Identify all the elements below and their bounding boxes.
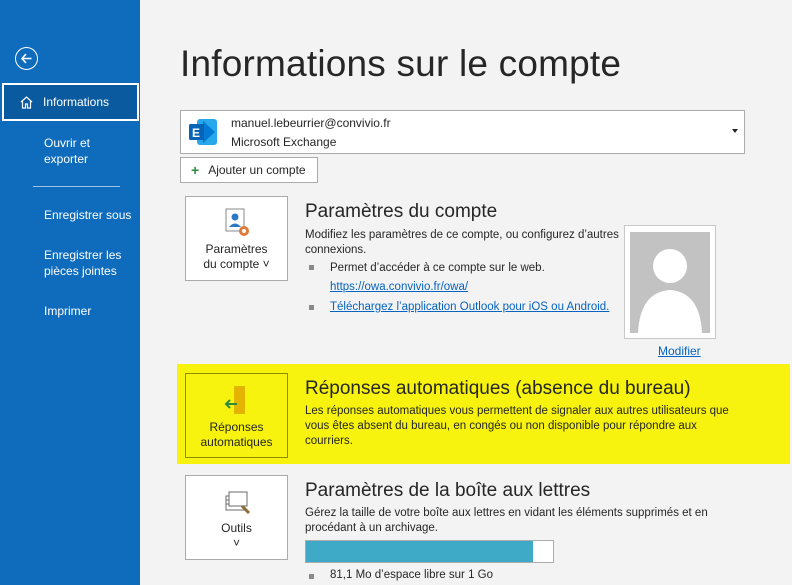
auto-replies-title: Réponses automatiques (absence du bureau… <box>305 378 691 399</box>
account-settings-label-1: Paramètres <box>205 242 268 256</box>
avatar-placeholder-icon <box>630 232 710 333</box>
add-account-label: Ajouter un compte <box>208 163 306 177</box>
mailbox-usage-fill <box>306 541 534 562</box>
svg-text:E: E <box>192 126 200 140</box>
auto-replies-icon <box>224 386 245 414</box>
free-space-text: 81,1 Mo d’espace libre sur 1 Go <box>330 569 494 581</box>
bullet-icon <box>309 574 314 579</box>
chevron-down-icon <box>732 129 738 133</box>
mailbox-tools-icon <box>225 491 250 515</box>
auto-replies-label-1: Réponses <box>209 420 264 434</box>
back-arrow-icon <box>20 53 32 64</box>
account-settings-description: Modifiez les paramètres de ce compte, ou… <box>305 229 619 256</box>
modify-photo-link[interactable]: Modifier <box>658 344 701 358</box>
mailbox-settings-section: Outils ˅ Paramètres de la boîte aux lett… <box>176 475 754 585</box>
account-settings-title: Paramètres du compte <box>305 201 498 222</box>
back-button[interactable] <box>15 47 38 70</box>
account-type: Microsoft Exchange <box>231 135 337 149</box>
sidebar-item-save-as[interactable]: Enregistrer sous <box>0 207 140 223</box>
tools-button[interactable]: Outils ˅ <box>185 475 288 560</box>
account-settings-label-2: du compte ˅ <box>203 257 270 271</box>
sidebar-item-save-attachments[interactable]: Enregistrer les pièces jointes <box>0 247 128 279</box>
sidebar-item-print[interactable]: Imprimer <box>0 303 140 319</box>
account-settings-icon <box>225 208 249 236</box>
main-content: Informations sur le compte E manuel.lebe… <box>140 0 792 585</box>
account-email: manuel.lebeurrier@convivio.fr <box>231 116 391 130</box>
add-account-button[interactable]: + Ajouter un compte <box>180 157 318 183</box>
bullet-icon <box>309 265 314 270</box>
sidebar-item-informations[interactable]: Informations <box>2 83 139 121</box>
chevron-down-icon: ˅ <box>232 536 240 550</box>
sidebar: Informations Ouvrir et exporter Enregist… <box>0 0 140 585</box>
mailbox-usage-bar <box>305 540 554 563</box>
plus-icon: + <box>191 162 200 178</box>
profile-photo[interactable] <box>624 225 716 339</box>
exchange-icon: E <box>189 119 217 145</box>
outlook-mobile-link[interactable]: Téléchargez l’application Outlook pour i… <box>330 301 609 313</box>
home-icon <box>19 95 34 110</box>
account-settings-button[interactable]: Paramètres du compte ˅ <box>185 196 288 281</box>
page-title: Informations sur le compte <box>180 43 622 84</box>
auto-replies-button[interactable]: Réponses automatiques <box>185 373 288 458</box>
owa-link[interactable]: https://owa.convivio.fr/owa/ <box>330 281 468 293</box>
auto-replies-section: Réponses automatiques Réponses automatiq… <box>176 364 754 464</box>
auto-replies-description: Les réponses automatiques vous permetten… <box>305 405 729 447</box>
sidebar-item-open-export[interactable]: Ouvrir et exporter <box>0 135 120 167</box>
auto-replies-label-2: automatiques <box>200 435 273 449</box>
sidebar-item-label: Informations <box>43 95 110 109</box>
web-access-text: Permet d’accéder à ce compte sur le web. <box>330 262 545 274</box>
tools-label: Outils <box>221 521 252 535</box>
mailbox-settings-description: Gérez la taille de votre boîte aux lettr… <box>305 507 708 534</box>
bullet-icon <box>309 305 314 310</box>
sidebar-divider <box>33 186 120 187</box>
account-dropdown[interactable]: E manuel.lebeurrier@convivio.fr Microsof… <box>180 110 745 154</box>
mailbox-settings-title: Paramètres de la boîte aux lettres <box>305 480 591 501</box>
